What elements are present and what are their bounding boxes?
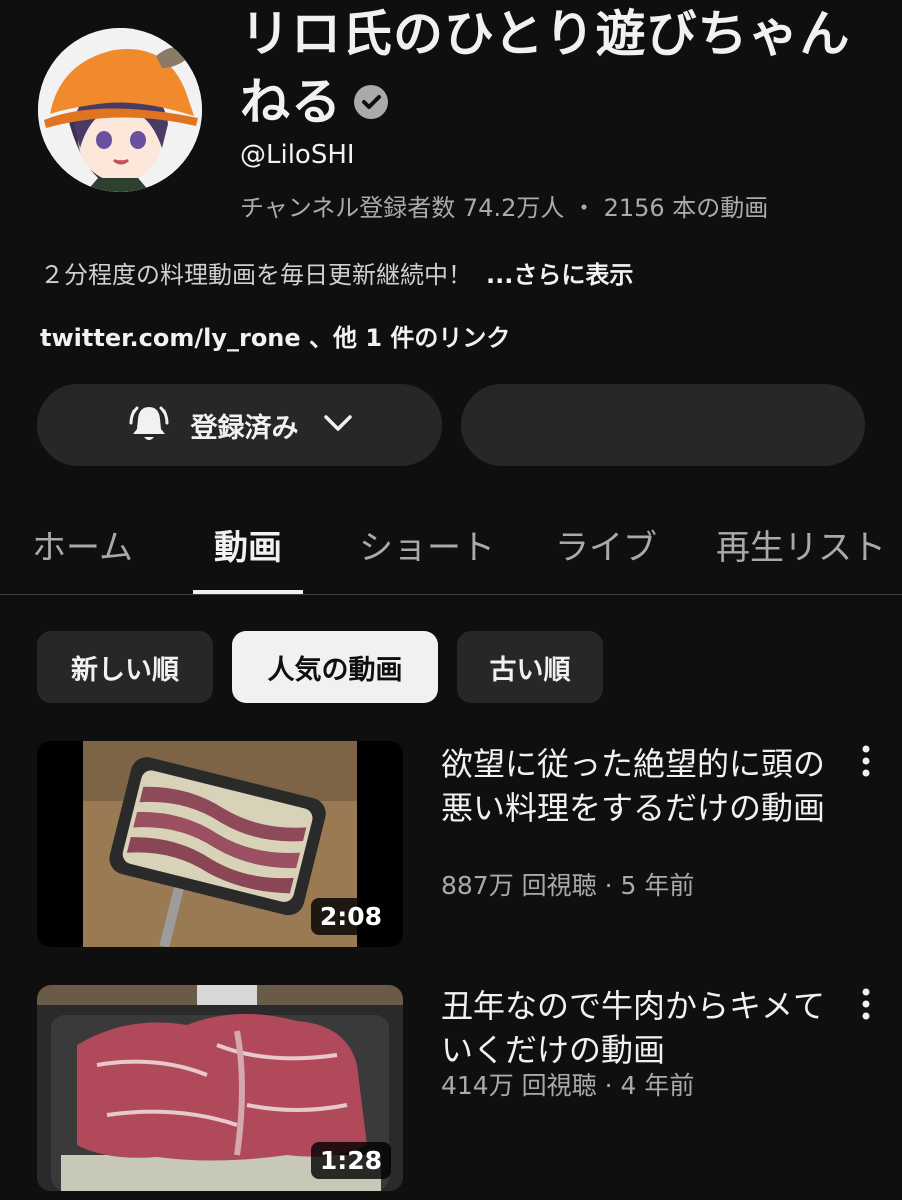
- verified-icon: [354, 84, 388, 119]
- video-duration: 2:08: [310, 898, 391, 935]
- subscribed-button[interactable]: 登録済み: [37, 384, 442, 466]
- secondary-action-button[interactable]: [461, 384, 865, 466]
- channel-stats: チャンネル登録者数 74.2万人 ・ 2156 本の動画: [240, 194, 769, 222]
- video-thumbnail[interactable]: 1:28: [37, 985, 403, 1191]
- show-more-link[interactable]: ...さらに表示: [486, 261, 633, 289]
- more-vert-icon[interactable]: [854, 986, 878, 1026]
- tab-live[interactable]: ライブ: [555, 520, 657, 569]
- tab-videos[interactable]: 動画: [214, 520, 282, 569]
- description-text: ２分程度の料理動画を毎日更新継続中！: [40, 261, 472, 289]
- channel-handle: @LiloSHI: [240, 140, 355, 170]
- channel-description[interactable]: ２分程度の料理動画を毎日更新継続中！ ...さらに表示: [40, 255, 633, 290]
- chip-newest[interactable]: 新しい順: [37, 631, 213, 703]
- video-meta: 887万 回視聴 · 5 年前: [441, 871, 695, 900]
- video-title[interactable]: 丑年なので牛肉からキメていくだけの動画: [441, 984, 831, 1072]
- tab-home[interactable]: ホーム: [32, 520, 133, 569]
- channel-avatar[interactable]: [38, 28, 202, 192]
- video-thumbnail[interactable]: 2:08: [37, 741, 403, 947]
- more-vert-icon[interactable]: [854, 743, 878, 783]
- video-duration: 1:28: [310, 1142, 391, 1179]
- channel-links[interactable]: twitter.com/ly_rone 、他 1 件のリンク: [40, 318, 510, 353]
- active-tab-indicator: [193, 590, 303, 594]
- subscribed-label: 登録済み: [190, 412, 299, 444]
- chip-popular[interactable]: 人気の動画: [232, 631, 438, 703]
- chevron-down-icon: [321, 406, 355, 444]
- video-title[interactable]: 欲望に従った絶望的に頭の悪い料理をするだけの動画: [441, 742, 831, 830]
- bell-icon: [125, 399, 173, 451]
- chip-oldest[interactable]: 古い順: [457, 631, 603, 703]
- video-meta: 414万 回視聴 · 4 年前: [441, 1071, 695, 1100]
- tab-shorts[interactable]: ショート: [359, 520, 495, 569]
- channel-tabs: ホーム 動画 ショート ライブ 再生リスト: [0, 510, 902, 595]
- tab-playlists[interactable]: 再生リスト: [716, 520, 886, 569]
- channel-title: リロ氏のひとり遊びちゃんねる: [240, 5, 851, 131]
